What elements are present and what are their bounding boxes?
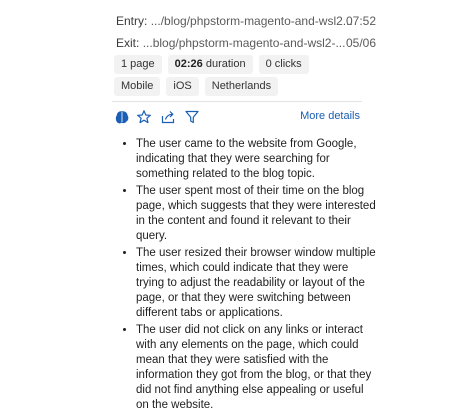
tag-country: Netherlands [204,77,279,96]
clicks-chip: 0 clicks [258,55,309,74]
exit-path[interactable]: ...blog/phpstorm-magento-and-wsl2-... [143,36,346,50]
duration-chip: 02:26 duration [167,55,253,74]
entry-row: Entry: .../blog/phpstorm-magento-and-wsl… [116,14,376,28]
list-item: The user spent most of their time on the… [136,184,376,244]
star-icon[interactable] [136,109,152,125]
list-item: The user resized their browser window mu… [136,246,376,321]
filter-icon[interactable] [184,109,200,125]
entry-path[interactable]: .../blog/phpstorm-magento-and-wsl2... [151,14,353,28]
exit-time: 05/06 [346,36,377,50]
brain-icon[interactable] [114,109,130,125]
tag-os: iOS [166,77,199,96]
tag-device: Mobile [114,77,161,96]
list-item: The user did not click on any links or i… [136,323,376,413]
entry-label: Entry: [116,14,148,28]
more-details-link[interactable]: More details [300,110,360,122]
exit-row: Exit: ...blog/phpstorm-magento-and-wsl2-… [116,36,376,50]
duration-unit: duration [205,58,246,70]
divider [112,101,362,102]
pages-chip: 1 page [114,55,162,74]
stats-chips: 1 page 02:26 duration 0 clicks [114,55,309,74]
tag-chips: Mobile iOS Netherlands [114,77,279,96]
duration-value: 02:26 [174,58,203,70]
list-item: The user came to the website from Google… [136,137,376,182]
share-icon[interactable] [160,109,176,125]
entry-time: 07:52 [346,14,377,28]
insights-list: The user came to the website from Google… [116,137,376,415]
exit-label: Exit: [116,36,140,50]
action-bar: More details [114,109,360,125]
